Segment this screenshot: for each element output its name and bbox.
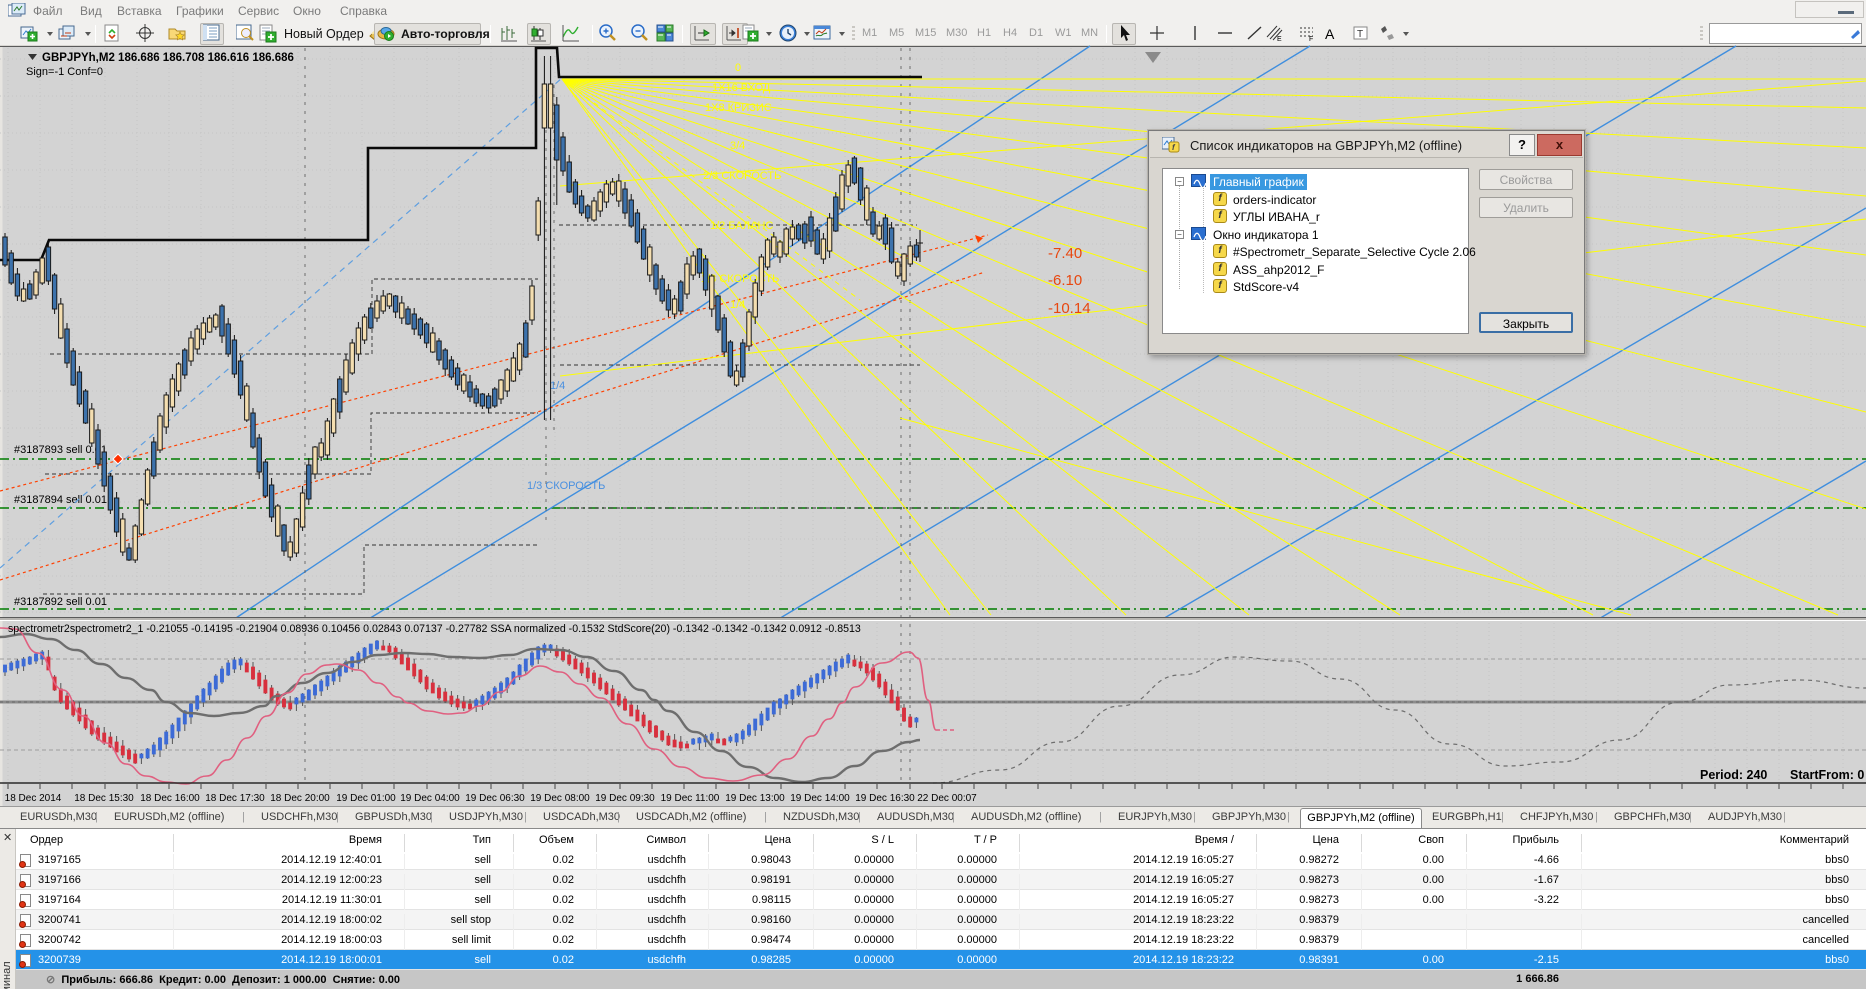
svg-text:StartFrom: 0: StartFrom: 0 <box>1790 768 1864 782</box>
svg-text:Sign=-1 Conf=0: Sign=-1 Conf=0 <box>26 66 103 78</box>
svg-text:#3187893 sell 0.01: #3187893 sell 0.01 <box>14 444 107 456</box>
svg-text:19 Dec 01:00: 19 Dec 01:00 <box>336 793 396 804</box>
svg-text:18 Dec 16:00: 18 Dec 16:00 <box>140 793 200 804</box>
svg-text:-6.10: -6.10 <box>1048 272 1082 289</box>
svg-text:18 Dec 20:00: 18 Dec 20:00 <box>270 793 330 804</box>
svg-text:3/4: 3/4 <box>730 140 745 152</box>
svg-text:19 Dec 13:00: 19 Dec 13:00 <box>725 793 785 804</box>
svg-text:1/4: 1/4 <box>550 380 565 392</box>
svg-text:18 Dec 17:30: 18 Dec 17:30 <box>205 793 265 804</box>
svg-text:2/3 СКОРОСТЬ: 2/3 СКОРОСТЬ <box>703 170 781 182</box>
svg-text:#3187892 sell 0.01: #3187892 sell 0.01 <box>14 596 107 608</box>
svg-text:18 Dec 15:30: 18 Dec 15:30 <box>74 793 134 804</box>
svg-text:1X16 ВХОД: 1X16 ВХОД <box>712 82 771 94</box>
svg-text:1/4: 1/4 <box>730 299 745 311</box>
svg-text:19 Dec 11:00: 19 Dec 11:00 <box>661 793 720 804</box>
svg-text:-10.14: -10.14 <box>1048 300 1091 317</box>
svg-text:18 Dec 2014: 18 Dec 2014 <box>5 793 62 804</box>
svg-text:spectrometr2spectrometr2_1 -0.: spectrometr2spectrometr2_1 -0.21055 -0.1… <box>8 623 861 635</box>
svg-text:19 Dec 14:00: 19 Dec 14:00 <box>790 793 850 804</box>
svg-text:1/3 СКОРОСТЬ: 1/3 СКОРОСТЬ <box>527 480 605 492</box>
svg-text:19 Dec 09:30: 19 Dec 09:30 <box>595 793 655 804</box>
svg-text:Period: 240: Period: 240 <box>1700 768 1767 782</box>
svg-text:19 Dec 06:30: 19 Dec 06:30 <box>465 793 525 804</box>
svg-text:1X8 КРИЗИС: 1X8 КРИЗИС <box>705 102 772 114</box>
svg-text:22 Dec 00:07: 22 Dec 00:07 <box>917 793 977 804</box>
svg-text:19 Dec 04:00: 19 Dec 04:00 <box>400 793 460 804</box>
svg-text:GBPJPYh,M2 186.686 186.708 18: GBPJPYh,M2 186.686 186.708 186.616 186.6… <box>42 52 294 64</box>
svg-text:#3187894 sell 0.01: #3187894 sell 0.01 <box>14 494 107 506</box>
svg-text:-7.40: -7.40 <box>1048 245 1082 262</box>
svg-text:0: 0 <box>735 62 741 74</box>
svg-text:19 Dec 16:30: 19 Dec 16:30 <box>855 793 915 804</box>
svg-text:1/2 БАЛАНС: 1/2 БАЛАНС <box>710 220 773 232</box>
svg-text:19 Dec 08:00: 19 Dec 08:00 <box>530 793 590 804</box>
